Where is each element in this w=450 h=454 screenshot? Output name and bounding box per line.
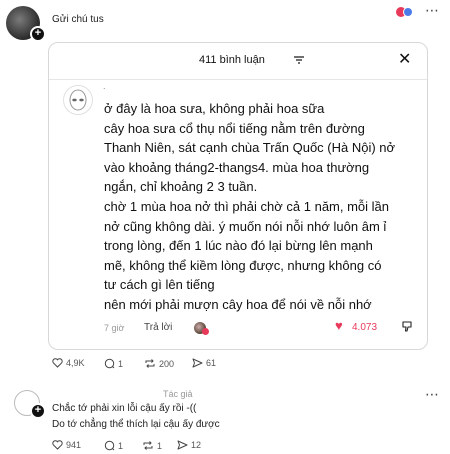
comment-bubble-icon (104, 440, 115, 451)
comment-text: ở đây là hoa sưa, không phải hoa sữa cây… (104, 99, 424, 315)
comment-line: nở cũng không dài. ý muốn nói nỗi nhớ lu… (104, 218, 387, 234)
comment-line: ngắn, chỉ khoảng 2 3 tuần. (104, 179, 258, 195)
comment-action[interactable]: 1 (104, 358, 123, 369)
comment-action[interactable]: 1 (104, 440, 123, 451)
repost-action[interactable]: 1 (142, 440, 162, 451)
repost-action[interactable]: 200 (144, 358, 174, 369)
reply-button[interactable]: Trả lời (144, 322, 172, 333)
share-action[interactable]: 61 (192, 358, 216, 368)
alien-face-icon (69, 89, 87, 111)
blue-dot-icon (403, 7, 413, 17)
like-count: 941 (66, 440, 82, 450)
share-action[interactable]: 12 (177, 440, 201, 450)
divider (49, 79, 427, 80)
repost-count: 200 (159, 358, 175, 369)
comment-line: mẽ, không thể kiềm lòng được, nhưng khôn… (104, 257, 382, 273)
reply-text-line: Chắc tớ phải xin lỗi cậu ấy rồi -(( (52, 403, 197, 414)
comment-line: vào khoảng tháng2-thangs4. mùa hoa thườn… (104, 159, 370, 175)
comments-count-title: 411 bình luận (199, 54, 265, 66)
comment-bubble-icon (104, 358, 115, 369)
heart-outline-icon (52, 440, 63, 450)
more-options-button[interactable]: ⋯ (425, 386, 439, 403)
follow-plus-icon[interactable]: + (30, 403, 46, 419)
comment-line: ở đây là hoa sưa, không phải hoa sữa (104, 101, 325, 116)
comment-line: Thanh Niên, sát cạnh chùa Trấn Quốc (Hà … (104, 140, 396, 156)
comment-timestamp: 7 giờ (104, 323, 125, 333)
author-tag: Tác giả (163, 389, 193, 399)
heart-outline-icon (52, 358, 63, 368)
send-icon (177, 440, 188, 450)
like-action[interactable]: 941 (52, 440, 81, 450)
like-count: 4,9K (66, 358, 85, 368)
reply-text-line: Do tớ chẳng thể thích lại cậu ấy được (52, 419, 220, 430)
comment-line: chờ 1 mùa hoa nở thì phải chờ cả 1 năm, … (104, 198, 390, 214)
comments-modal: 411 bình luận ✕ . ở đây là hoa sưa, khôn… (48, 42, 428, 350)
reaction-badges (396, 6, 418, 18)
post-caption: Gửi chú tus (52, 14, 104, 25)
close-icon[interactable]: ✕ (398, 52, 411, 68)
share-count: 61 (206, 358, 217, 368)
more-options-button[interactable]: ⋯ (425, 2, 439, 19)
comment-line: tư cách gì lên tiếng (104, 277, 215, 293)
creator-heart-icon (202, 328, 209, 335)
commenter-name[interactable]: . (103, 81, 106, 91)
like-heart-icon[interactable]: ♥ (335, 319, 343, 333)
follow-plus-icon[interactable]: + (30, 26, 46, 42)
like-action[interactable]: 4,9K (52, 358, 85, 368)
dislike-icon[interactable] (401, 320, 413, 332)
sort-filter-icon[interactable] (294, 56, 304, 64)
repost-icon (145, 359, 155, 368)
comment-line: nên mới phải mượn cây hoa để nói về nỗi … (104, 296, 372, 312)
commenter-avatar[interactable] (63, 85, 93, 115)
repost-count: 1 (157, 440, 163, 451)
like-count: 4.073 (352, 322, 378, 333)
share-count: 12 (191, 440, 202, 450)
repost-icon (143, 441, 153, 450)
comment-count: 1 (118, 358, 124, 369)
comment-line: trong lòng, đến 1 lúc nào đó lại bừng lê… (104, 238, 373, 254)
send-icon (192, 358, 203, 368)
comment-count: 1 (118, 440, 124, 451)
comment-line: cây hoa sưa cổ thụ nổi tiếng nằm trên đư… (104, 120, 365, 136)
